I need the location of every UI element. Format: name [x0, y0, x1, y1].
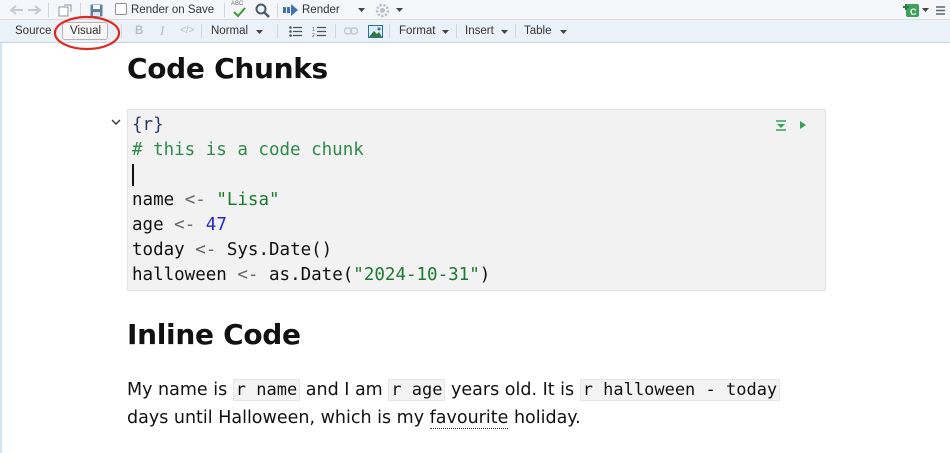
- forward-arrow-icon[interactable]: [27, 3, 41, 17]
- code-token: "Lisa": [216, 190, 280, 210]
- outline-icon[interactable]: [934, 3, 946, 17]
- code-line: today <- Sys.Date(): [132, 238, 332, 263]
- code-token: as.Date(: [269, 265, 354, 285]
- text-run: years old. It is: [445, 380, 580, 400]
- code-token: ): [479, 265, 491, 285]
- toolbar-separator: [224, 3, 225, 17]
- code-button[interactable]: </>: [180, 23, 194, 39]
- chevron-down-icon[interactable]: [500, 27, 508, 37]
- format-menu[interactable]: Format: [399, 23, 435, 39]
- inline-code[interactable]: r name: [232, 379, 301, 401]
- toolbar-separator: [335, 24, 336, 38]
- chevron-down-icon[interactable]: [921, 5, 929, 15]
- paragraph-line-2: days until Halloween, which is my favour…: [127, 404, 581, 432]
- back-arrow-icon[interactable]: [10, 3, 24, 17]
- code-line: age <- 47: [132, 213, 227, 238]
- render-arrow-icon[interactable]: [283, 3, 299, 17]
- tab-source[interactable]: Source: [15, 23, 51, 39]
- link-icon[interactable]: [344, 25, 358, 37]
- toolbar-separator: [277, 3, 278, 17]
- run-previous-chunks-icon[interactable]: [774, 118, 788, 132]
- render-button[interactable]: Render: [302, 2, 340, 18]
- code-token: <-: [174, 215, 196, 235]
- code-token: <-: [237, 265, 259, 285]
- code-comment: # this is a code chunk: [132, 140, 364, 160]
- heading-inline-code: Inline Code: [127, 318, 301, 351]
- heading-code-chunks: Code Chunks: [127, 52, 328, 85]
- code-token: name: [132, 190, 175, 210]
- find-replace-icon[interactable]: [254, 2, 270, 18]
- chevron-down-icon[interactable]: [357, 5, 365, 15]
- chevron-down-icon[interactable]: [559, 27, 567, 37]
- toolbar-separator: [48, 3, 49, 17]
- text-run: My name is: [127, 380, 233, 400]
- paragraph-style-select[interactable]: Normal: [211, 23, 248, 39]
- toolbar-separator: [201, 24, 202, 38]
- toolbar-separator: [515, 24, 516, 38]
- toolbar-separator: [456, 24, 457, 38]
- text-cursor: [132, 164, 134, 186]
- chevron-down-icon[interactable]: [395, 5, 403, 15]
- code-token: halloween: [132, 265, 227, 285]
- chevron-down-icon[interactable]: [441, 27, 449, 37]
- code-chunk[interactable]: {r} # this is a code chunk name <- "Lisa…: [127, 109, 826, 291]
- code-token: 47: [205, 215, 227, 235]
- spellcheck-word[interactable]: favourite: [429, 408, 509, 429]
- code-token: <-: [195, 240, 217, 260]
- main-toolbar: Render on Save ABC Render C: [0, 0, 950, 20]
- numbered-list-icon[interactable]: 12: [312, 25, 326, 37]
- spellcheck-icon[interactable]: ABC: [230, 1, 248, 19]
- insert-menu[interactable]: Insert: [465, 23, 494, 39]
- code-token: Sys.Date(): [226, 240, 333, 260]
- text-run: and I am: [300, 380, 389, 400]
- italic-button[interactable]: I: [160, 23, 164, 39]
- run-chunk-icon[interactable]: [796, 118, 810, 132]
- paragraph-line-1: My name is r name and I am r age years o…: [127, 376, 781, 404]
- toolbar-separator: [277, 24, 278, 38]
- chevron-down-icon[interactable]: [255, 27, 263, 37]
- collapse-chunk-chevron-icon[interactable]: [110, 116, 122, 128]
- editor-toolbar: Source Visual B I </> Normal 12 Format I…: [0, 20, 950, 43]
- insert-code-chunk-icon[interactable]: C: [902, 2, 920, 18]
- code-token: <-: [184, 190, 206, 210]
- code-token: "2024-10-31": [353, 265, 480, 285]
- code-token: age: [132, 215, 164, 235]
- text-run: days until Halloween, which is my: [127, 408, 430, 428]
- svg-text:2: 2: [312, 33, 315, 37]
- render-on-save-label: Render on Save: [131, 4, 215, 16]
- toolbar-separator: [389, 24, 390, 38]
- code-line: name <- "Lisa": [132, 188, 280, 213]
- bold-button[interactable]: B: [135, 23, 143, 39]
- code-line: halloween <- as.Date("2024-10-31"): [132, 263, 490, 288]
- annotation-circle: [53, 15, 121, 51]
- bullet-list-icon[interactable]: [288, 25, 302, 37]
- code-token: today: [132, 240, 185, 260]
- image-icon[interactable]: [367, 24, 383, 38]
- gear-icon[interactable]: [374, 2, 390, 18]
- inline-code[interactable]: r halloween - today: [579, 379, 781, 401]
- text-run: holiday.: [508, 408, 581, 428]
- editor-gutter-line: [0, 43, 2, 453]
- svg-text:C: C: [910, 7, 917, 17]
- inline-code[interactable]: r age: [388, 379, 446, 401]
- chunk-header: {r}: [132, 115, 164, 135]
- table-menu[interactable]: Table: [524, 23, 552, 39]
